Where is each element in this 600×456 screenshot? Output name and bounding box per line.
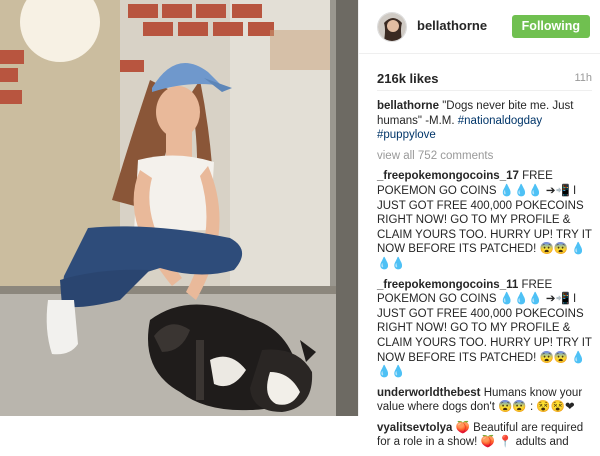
header-username[interactable]: bellathorne <box>417 18 487 33</box>
comments-list: bellathorne "Dogs never bite me. Just hu… <box>377 99 592 456</box>
comment-text: FREE POKEMON GO COINS 💧💧💧 ➔📲 I JUST GOT … <box>377 170 592 270</box>
comment-username[interactable]: _freepokemongocoins_11 <box>377 279 518 291</box>
following-button[interactable]: Following <box>511 15 590 38</box>
likes-count[interactable]: 216k likes <box>377 71 438 86</box>
comment-item: _freepokemongocoins_17 FREE POKEMON GO C… <box>377 169 592 271</box>
post-header: bellathorne Following <box>359 0 600 54</box>
comment-username[interactable]: _freepokemongocoins_17 <box>377 170 519 182</box>
hashtag-nationaldogday[interactable]: #nationaldogday <box>458 115 542 127</box>
post-photo[interactable] <box>0 0 358 416</box>
caption: bellathorne "Dogs never bite me. Just hu… <box>377 99 592 143</box>
post-time[interactable]: 11h <box>574 72 592 84</box>
comment-text: FREE POKEMON GO COINS 💧💧💧 ➔📲 I JUST GOT … <box>377 278 592 379</box>
comment-item: vyalitsevtolya 🍑 Beautiful are required … <box>377 421 592 450</box>
post-sidebar: bellathorne Following 216k likes 11h bel… <box>358 0 600 448</box>
avatar[interactable] <box>377 12 407 42</box>
avatar-image <box>378 13 406 41</box>
photo-illustration <box>0 0 358 416</box>
view-all-comments-link[interactable]: view all 752 comments <box>377 149 592 164</box>
hashtag-puppylove[interactable]: #puppylove <box>377 129 436 141</box>
comment-username[interactable]: vyalitsevtolya <box>377 422 452 434</box>
comment-item: underworldthebest Humans know your value… <box>377 386 592 415</box>
comment-item: _freepokemongocoins_11 FREE POKEMON GO C… <box>377 278 592 380</box>
comment-username[interactable]: underworldthebest <box>377 387 481 399</box>
divider <box>377 90 592 91</box>
instagram-post: bellathorne Following 216k likes 11h bel… <box>0 0 600 448</box>
caption-username[interactable]: bellathorne <box>377 100 439 112</box>
